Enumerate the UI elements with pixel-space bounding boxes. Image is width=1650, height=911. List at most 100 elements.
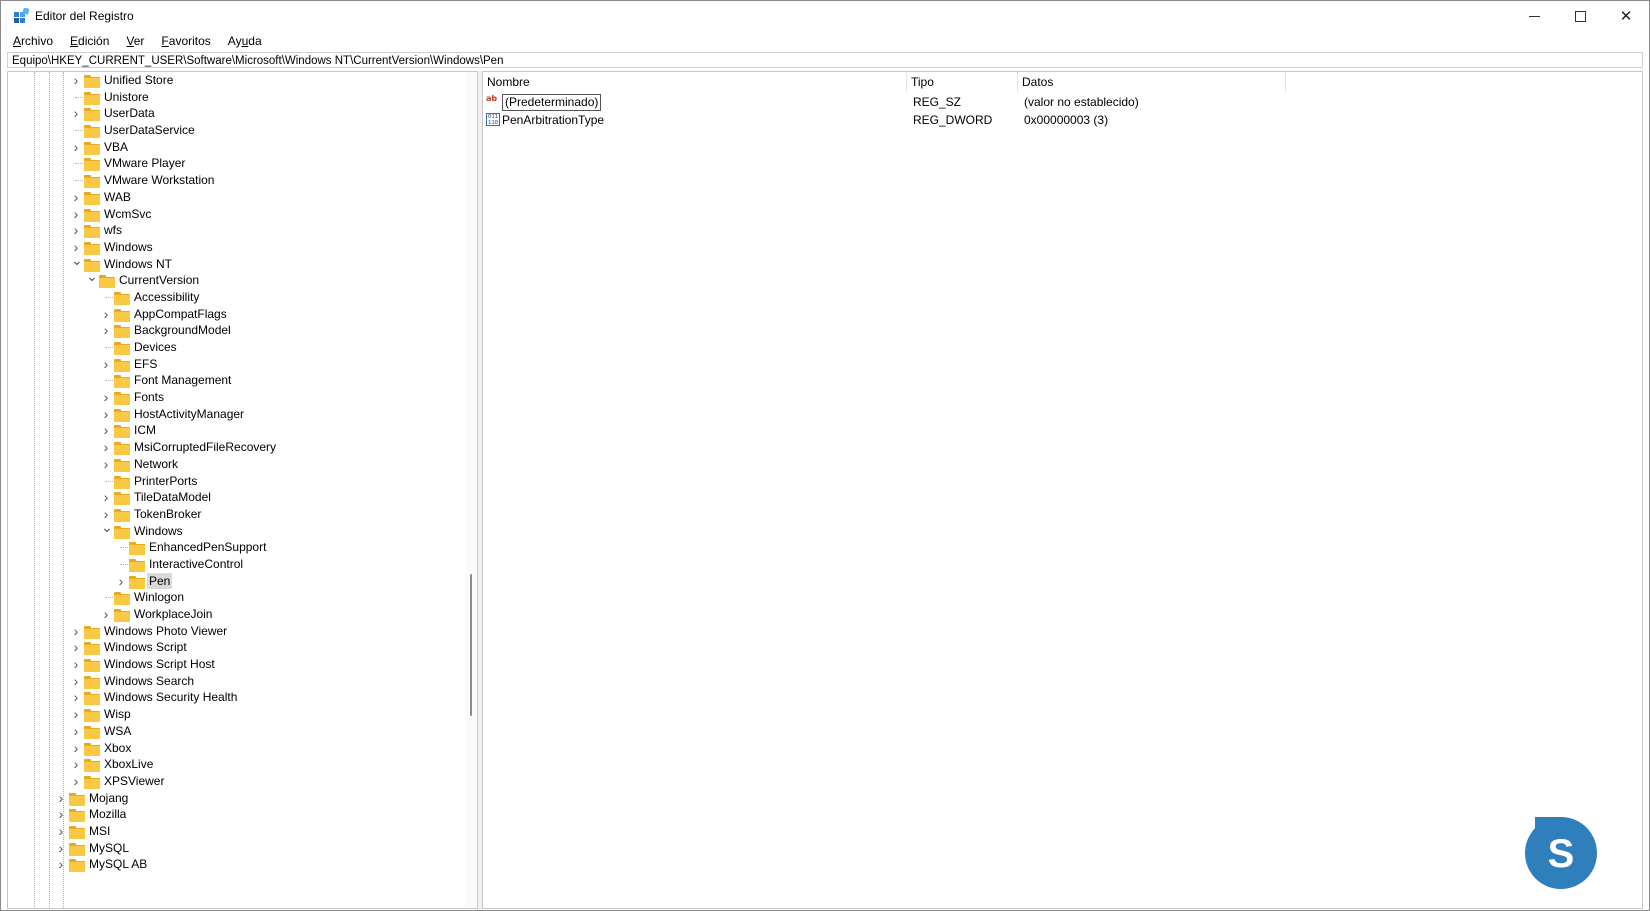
expand-chevron-icon[interactable]: ›	[71, 706, 81, 723]
tree-item[interactable]: ⌄ Windows	[8, 519, 477, 540]
expand-chevron-icon[interactable]: ›	[56, 790, 66, 807]
collapse-chevron-icon[interactable]: ⌄	[86, 268, 98, 285]
expand-chevron-icon[interactable]: ›	[101, 356, 111, 373]
expand-chevron-icon[interactable]: ›	[71, 723, 81, 740]
tree-item[interactable]: › Xbox	[8, 740, 477, 757]
value-row[interactable]: ab (Predeterminado) REG_SZ (valor no est…	[483, 93, 1642, 111]
column-header-tipo[interactable]: Tipo	[907, 72, 1018, 92]
tree-item[interactable]: › MySQL	[8, 840, 477, 857]
title-bar[interactable]: Editor del Registro ✕	[1, 1, 1649, 31]
expand-chevron-icon[interactable]: ›	[101, 322, 111, 339]
tree-item[interactable]: › WSA	[8, 723, 477, 740]
tree-item[interactable]: › Windows Script	[8, 639, 477, 656]
expand-chevron-icon[interactable]: ›	[56, 840, 66, 857]
expand-chevron-icon[interactable]: ›	[101, 489, 111, 506]
expand-chevron-icon[interactable]: ›	[56, 856, 66, 873]
tree-item[interactable]: UserDataService	[8, 122, 477, 139]
tree-item[interactable]: › AppCompatFlags	[8, 306, 477, 323]
value-row[interactable]: 011 110 PenArbitrationType REG_DWORD 0x0…	[483, 111, 1642, 129]
tree-item[interactable]: Winlogon	[8, 589, 477, 606]
expand-chevron-icon[interactable]: ›	[71, 222, 81, 239]
tree-item[interactable]: VMware Player	[8, 155, 477, 172]
tree-item[interactable]: › Mojang	[8, 790, 477, 807]
expand-chevron-icon[interactable]: ›	[101, 406, 111, 423]
tree-item[interactable]: › VBA	[8, 139, 477, 156]
menu-ver[interactable]: Ver	[120, 34, 150, 48]
column-header-nombre[interactable]: Nombre	[483, 72, 907, 92]
key-tree-pane[interactable]: › Unified Store Unistore › UserData UserDataS…	[7, 71, 478, 909]
collapse-chevron-icon[interactable]: ⌄	[101, 519, 113, 536]
tree-item[interactable]: › Network	[8, 456, 477, 473]
column-header-datos[interactable]: Datos	[1018, 72, 1286, 92]
expand-chevron-icon[interactable]: ›	[101, 456, 111, 473]
tree-item[interactable]: VMware Workstation	[8, 172, 477, 189]
tree-item[interactable]: › Pen	[8, 572, 477, 590]
tree-item[interactable]: Accessibility	[8, 289, 477, 306]
tree-item[interactable]: EnhancedPenSupport	[8, 539, 477, 556]
values-pane[interactable]: Nombre Tipo Datos ab (Predeterminado) RE…	[482, 71, 1643, 909]
tree-item[interactable]: Devices	[8, 339, 477, 356]
expand-chevron-icon[interactable]: ›	[71, 189, 81, 206]
tree-item[interactable]: › UserData	[8, 105, 477, 122]
tree-item[interactable]: › MSI	[8, 823, 477, 840]
tree-item[interactable]: › Windows Photo Viewer	[8, 623, 477, 640]
tree-item[interactable]: › BackgroundModel	[8, 322, 477, 339]
menu-archivo[interactable]: Archivo	[7, 34, 59, 48]
expand-chevron-icon[interactable]: ›	[71, 740, 81, 757]
tree-item[interactable]: › XPSViewer	[8, 773, 477, 790]
tree-item[interactable]: › Wisp	[8, 706, 477, 723]
tree-item[interactable]: › HostActivityManager	[8, 406, 477, 423]
tree-item[interactable]: ⌄ CurrentVersion	[8, 268, 477, 289]
tree-item[interactable]: Unistore	[8, 89, 477, 106]
tree-scrollbar-thumb[interactable]	[470, 574, 472, 716]
close-button[interactable]: ✕	[1603, 1, 1649, 31]
expand-chevron-icon[interactable]: ›	[101, 422, 111, 439]
maximize-button[interactable]	[1557, 1, 1603, 31]
tree-item[interactable]: › TokenBroker	[8, 506, 477, 523]
tree-item[interactable]: › TileDataModel	[8, 489, 477, 506]
collapse-chevron-icon[interactable]: ⌄	[71, 252, 83, 269]
tree-item[interactable]: PrinterPorts	[8, 473, 477, 490]
expand-chevron-icon[interactable]: ›	[101, 389, 111, 406]
menu-favoritos[interactable]: Favoritos	[155, 34, 216, 48]
tree-item[interactable]: › Windows Script Host	[8, 656, 477, 673]
tree-item[interactable]: ⌄ Windows NT	[8, 252, 477, 273]
tree-item[interactable]: › Windows Search	[8, 673, 477, 690]
expand-chevron-icon[interactable]: ›	[56, 806, 66, 823]
expand-chevron-icon[interactable]: ›	[71, 689, 81, 706]
expand-chevron-icon[interactable]: ›	[116, 573, 126, 590]
tree-scrollbar[interactable]	[465, 72, 477, 908]
expand-chevron-icon[interactable]: ›	[71, 756, 81, 773]
tree-item[interactable]: › Unified Store	[8, 72, 477, 89]
expand-chevron-icon[interactable]: ›	[71, 139, 81, 156]
expand-chevron-icon[interactable]: ›	[71, 105, 81, 122]
minimize-button[interactable]	[1511, 1, 1557, 31]
tree-item[interactable]: › WcmSvc	[8, 206, 477, 223]
menu-edicion[interactable]: Edición	[64, 34, 115, 48]
expand-chevron-icon[interactable]: ›	[71, 656, 81, 673]
tree-item[interactable]: › wfs	[8, 222, 477, 239]
tree-item[interactable]: › ICM	[8, 422, 477, 439]
tree-item[interactable]: › WAB	[8, 189, 477, 206]
tree-item[interactable]: › EFS	[8, 356, 477, 373]
menu-ayuda[interactable]: Ayuda	[222, 34, 268, 48]
address-bar[interactable]: Equipo\HKEY_CURRENT_USER\Software\Micros…	[7, 52, 1643, 68]
expand-chevron-icon[interactable]: ›	[71, 773, 81, 790]
tree-item[interactable]: › MsiCorruptedFileRecovery	[8, 439, 477, 456]
expand-chevron-icon[interactable]: ›	[71, 206, 81, 223]
tree-item[interactable]: Font Management	[8, 372, 477, 389]
tree-item[interactable]: › Mozilla	[8, 806, 477, 823]
expand-chevron-icon[interactable]: ›	[71, 623, 81, 640]
expand-chevron-icon[interactable]: ›	[56, 823, 66, 840]
tree-item[interactable]: › MySQL AB	[8, 856, 477, 873]
tree-item[interactable]: › Windows Security Health	[8, 689, 477, 706]
expand-chevron-icon[interactable]: ›	[71, 673, 81, 690]
tree-item[interactable]: › Fonts	[8, 389, 477, 406]
expand-chevron-icon[interactable]: ›	[101, 606, 111, 623]
tree-item[interactable]: InteractiveControl	[8, 556, 477, 573]
expand-chevron-icon[interactable]: ›	[101, 439, 111, 456]
tree-item[interactable]: › XboxLive	[8, 756, 477, 773]
expand-chevron-icon[interactable]: ›	[71, 72, 81, 89]
expand-chevron-icon[interactable]: ›	[71, 639, 81, 656]
tree-item[interactable]: › WorkplaceJoin	[8, 606, 477, 623]
